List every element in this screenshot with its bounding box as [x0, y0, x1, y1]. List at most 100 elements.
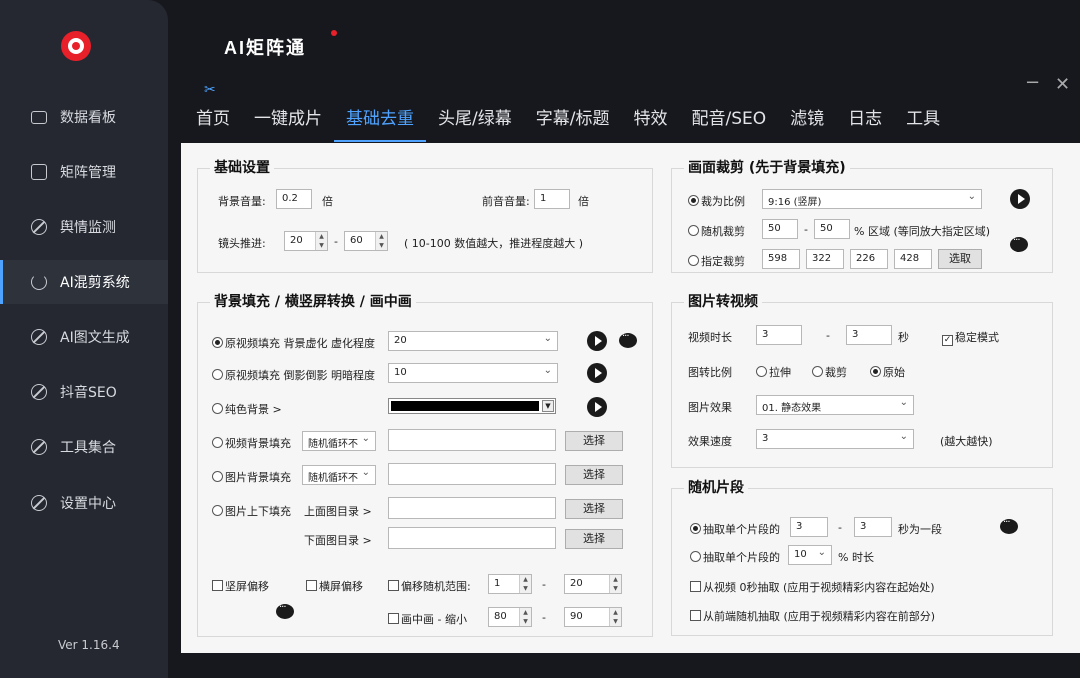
video-bg-option[interactable]: 视频背景填充	[212, 435, 291, 451]
fg-volume-input[interactable]: 1	[534, 189, 570, 209]
radio[interactable]	[212, 471, 223, 482]
checkbox[interactable]	[212, 580, 223, 591]
video-bg-mode-select[interactable]: 随机循环不 ⌄	[302, 431, 376, 451]
fixed-y-input[interactable]: 322	[806, 249, 844, 269]
segment-percent-option[interactable]: 抽取单个片段的	[690, 549, 780, 565]
play-icon[interactable]	[587, 331, 607, 351]
sidebar-item[interactable]: 舆情监测	[0, 205, 168, 249]
checkbox[interactable]	[388, 580, 399, 591]
bg-reflect-option[interactable]: 原视频填充 倒影倒影 明暗程度	[212, 367, 375, 383]
tab[interactable]: 基础去重	[334, 98, 426, 142]
choose-button[interactable]: 选择	[565, 465, 623, 485]
tab[interactable]: 日志	[836, 98, 894, 142]
radio-selected[interactable]	[870, 366, 881, 377]
fixed-h-input[interactable]: 428	[894, 249, 932, 269]
push-max-stepper[interactable]: 60 ▲ ▼	[344, 231, 388, 251]
random-min-input[interactable]: 50	[762, 219, 798, 239]
from-front-checkbox[interactable]: 从前端随机抽取 (应用于视频精彩内容在前部分)	[690, 608, 935, 624]
checkbox[interactable]	[306, 580, 317, 591]
radio[interactable]	[688, 225, 699, 236]
segment-percent-select[interactable]: 10 ⌄	[788, 545, 832, 565]
radio[interactable]	[688, 255, 699, 266]
sidebar-item[interactable]: 矩阵管理	[0, 150, 168, 194]
pip-checkbox[interactable]: 画中画 - 缩小	[388, 611, 467, 627]
top-dir-input[interactable]	[388, 497, 556, 519]
tab[interactable]: 字幕/标题	[524, 98, 622, 142]
checkbox[interactable]	[388, 613, 399, 624]
ratio-original-option[interactable]: 原始	[870, 364, 905, 380]
color-picker[interactable]: ▼	[388, 398, 556, 414]
tab[interactable]: 一键成片	[242, 98, 334, 142]
pick-button[interactable]: 选取	[938, 249, 982, 269]
bg-volume-input[interactable]: 0.2	[276, 189, 312, 209]
range-max-stepper[interactable]: 20 ▲ ▼	[564, 574, 622, 594]
checkbox-checked[interactable]: ✓	[942, 335, 953, 346]
play-icon[interactable]	[1010, 189, 1030, 209]
sidebar-item[interactable]: 工具集合	[0, 425, 168, 469]
chat-icon[interactable]	[619, 331, 637, 348]
radio[interactable]	[690, 551, 701, 562]
checkbox[interactable]	[690, 581, 701, 592]
minimize-button[interactable]: −	[1025, 72, 1040, 93]
crop-fixed-option[interactable]: 指定裁剪	[688, 253, 745, 269]
blur-level-select[interactable]: 20 ⌄	[388, 331, 558, 351]
from-start-checkbox[interactable]: 从视频 0秒抽取 (应用于视频精彩内容在起始处)	[690, 579, 935, 595]
tab[interactable]: 工具	[894, 98, 952, 142]
segment-seconds-option[interactable]: 抽取单个片段的	[690, 521, 780, 537]
sidebar-item[interactable]: 数据看板	[0, 95, 168, 139]
segment-max-input[interactable]: 3	[854, 517, 892, 537]
fixed-w-input[interactable]: 226	[850, 249, 888, 269]
checkbox[interactable]	[690, 610, 701, 621]
radio[interactable]	[212, 505, 223, 516]
bg-blur-option[interactable]: 原视频填充 背景虚化 虚化程度	[212, 335, 375, 351]
stable-mode-checkbox[interactable]: ✓ 稳定模式	[942, 329, 999, 346]
sidebar-item[interactable]: AI图文生成	[0, 315, 168, 359]
effect-select[interactable]: 01. 静态效果 ⌄	[756, 395, 914, 415]
bottom-dir-input[interactable]	[388, 527, 556, 549]
vertical-shift-checkbox[interactable]: 坚屏偏移	[212, 578, 269, 594]
radio-selected[interactable]	[688, 195, 699, 206]
fixed-x-input[interactable]: 598	[762, 249, 800, 269]
chat-icon[interactable]	[1000, 517, 1018, 534]
tab[interactable]: 特效	[621, 98, 679, 142]
ratio-crop-option[interactable]: 裁剪	[812, 364, 847, 380]
horizontal-shift-checkbox[interactable]: 横屏偏移	[306, 578, 363, 594]
radio-selected[interactable]	[690, 523, 701, 534]
sidebar-item[interactable]: 设置中心	[0, 481, 168, 525]
image-bg-path-input[interactable]	[388, 463, 556, 485]
duration-min-input[interactable]: 3	[756, 325, 802, 345]
brightness-select[interactable]: 10 ⌄	[388, 363, 558, 383]
tab[interactable]: 配音/SEO	[679, 98, 778, 142]
video-bg-path-input[interactable]	[388, 429, 556, 451]
segment-min-input[interactable]: 3	[790, 517, 828, 537]
random-max-input[interactable]: 50	[814, 219, 850, 239]
image-bg-mode-select[interactable]: 随机循环不 ⌄	[302, 465, 376, 485]
pip-max-stepper[interactable]: 90 ▲ ▼	[564, 607, 622, 627]
close-button[interactable]: ✕	[1055, 74, 1070, 95]
radio[interactable]	[756, 366, 767, 377]
crop-random-option[interactable]: 随机裁剪	[688, 223, 745, 239]
crop-ratio-select[interactable]: 9:16 (竖屏) ⌄	[762, 189, 982, 209]
range-min-stepper[interactable]: 1 ▲ ▼	[488, 574, 532, 594]
tab[interactable]: 滤镜	[778, 98, 836, 142]
image-topbottom-option[interactable]: 图片上下填充	[212, 503, 291, 519]
chat-icon[interactable]	[276, 602, 294, 619]
tab[interactable]: 首页	[184, 98, 242, 142]
radio[interactable]	[212, 369, 223, 380]
radio[interactable]	[212, 437, 223, 448]
play-icon[interactable]	[587, 363, 607, 383]
chat-icon[interactable]	[1010, 235, 1028, 252]
duration-max-input[interactable]: 3	[846, 325, 892, 345]
choose-button[interactable]: 选择	[565, 529, 623, 549]
sidebar-item[interactable]: AI混剪系统	[0, 260, 168, 304]
tab[interactable]: 头尾/绿幕	[426, 98, 524, 142]
push-min-stepper[interactable]: 20 ▲ ▼	[284, 231, 328, 251]
radio[interactable]	[812, 366, 823, 377]
crop-ratio-option[interactable]: 裁为比例	[688, 193, 745, 209]
random-range-checkbox[interactable]: 偏移随机范围:	[388, 578, 471, 594]
solid-bg-option[interactable]: 纯色背景 >	[212, 401, 282, 417]
image-bg-option[interactable]: 图片背景填充	[212, 469, 291, 485]
pip-min-stepper[interactable]: 80 ▲ ▼	[488, 607, 532, 627]
speed-select[interactable]: 3 ⌄	[756, 429, 914, 449]
ratio-stretch-option[interactable]: 拉伸	[756, 364, 791, 380]
